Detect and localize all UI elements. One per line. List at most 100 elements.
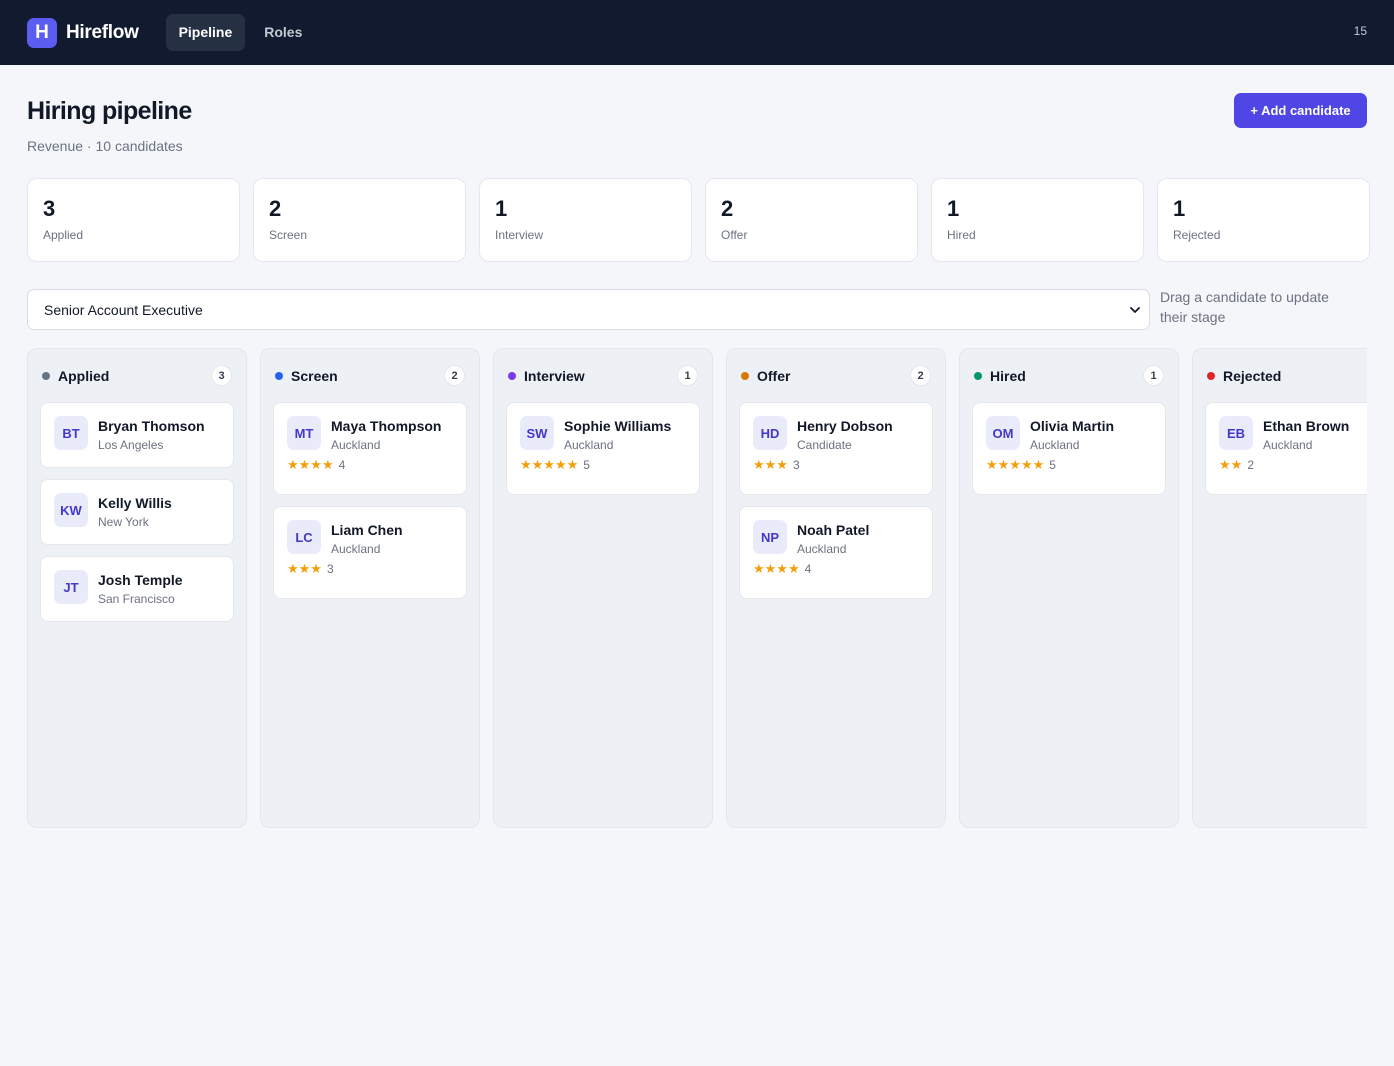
avatar: OM xyxy=(986,416,1020,450)
rating-value: 4 xyxy=(804,562,812,576)
drag-hint: Drag a candidate to update their stage xyxy=(1160,289,1329,325)
status-dot-icon xyxy=(42,371,50,380)
tab-roles[interactable]: Roles xyxy=(251,14,315,51)
add-candidate-button[interactable]: + Add candidate xyxy=(1234,93,1367,128)
pipeline-board: Applied 3 BT Bryan Thomson Los Angeles KW Kell… xyxy=(27,348,1367,828)
candidate-name: Henry Dobson xyxy=(797,418,893,434)
stat-card-hired: 1 Hired xyxy=(931,178,1144,262)
column-hired[interactable]: Hired 1 OM Olivia Martin Auckland ★★★★★ 5 xyxy=(959,348,1179,828)
card-header: LC Liam Chen Auckland xyxy=(287,520,453,556)
candidate-info: Liam Chen Auckland xyxy=(331,520,403,556)
candidate-card[interactable]: HD Henry Dobson Candidate ★★★ 3 xyxy=(739,402,933,495)
candidate-info: Bryan Thomson Los Angeles xyxy=(98,416,205,452)
candidate-rating: ★★★★ 4 xyxy=(753,562,919,577)
card-header: MT Maya Thompson Auckland xyxy=(287,416,453,452)
candidate-info: Maya Thompson Auckland xyxy=(331,416,441,452)
column-interview[interactable]: Interview 1 SW Sophie Williams Auckland ★★★★★… xyxy=(493,348,713,828)
avatar: LC xyxy=(287,520,321,554)
column-rejected[interactable]: Rejected EB Ethan Brown Auckland ★★ 2 xyxy=(1192,348,1367,828)
candidate-rating: ★★★ 3 xyxy=(753,458,919,473)
candidate-name: Noah Patel xyxy=(797,522,870,538)
column-title: Interview xyxy=(524,367,585,384)
column-count-badge: 2 xyxy=(910,365,931,386)
avatar: NP xyxy=(753,520,787,554)
rating-value: 5 xyxy=(583,458,590,472)
candidate-location: Auckland xyxy=(331,542,381,556)
candidate-name: Kelly Willis xyxy=(98,495,172,511)
candidate-name: Maya Thompson xyxy=(331,418,442,434)
column-header: Screen 2 xyxy=(273,349,467,402)
tab-pipeline[interactable]: Pipeline xyxy=(165,14,246,51)
column-header: Rejected xyxy=(1205,349,1367,402)
candidate-info: Ethan Brown Auckland xyxy=(1263,416,1349,452)
candidate-card[interactable]: MT Maya Thompson Auckland ★★★★ 4 xyxy=(273,402,467,495)
avatar: MT xyxy=(287,416,321,450)
card-list: OM Olivia Martin Auckland ★★★★★ 5 xyxy=(972,402,1166,495)
stat-card-offer: 2 Offer xyxy=(705,178,918,262)
avatar: KW xyxy=(54,493,88,527)
column-count-badge: 1 xyxy=(677,365,698,386)
card-header: OM Olivia Martin Auckland xyxy=(986,416,1152,452)
rating-value: 3 xyxy=(326,562,334,576)
status-dot-icon xyxy=(275,371,283,380)
stat-card-interview: 1 Interview xyxy=(479,178,692,262)
card-header: KW Kelly Willis New York xyxy=(54,493,220,529)
candidate-card[interactable]: KW Kelly Willis New York xyxy=(40,479,234,545)
candidate-info: Noah Patel Auckland xyxy=(797,520,869,556)
top-count: 15 xyxy=(1353,24,1367,38)
role-select[interactable]: Senior Account Executive xyxy=(27,289,1150,330)
column-offer[interactable]: Offer 2 HD Henry Dobson Candidate ★★★ 3 NP Noah … xyxy=(726,348,946,828)
candidate-name: Sophie Williams xyxy=(564,418,672,434)
status-dot-icon xyxy=(508,371,516,380)
board-columns: Applied 3 BT Bryan Thomson Los Angeles KW Kell… xyxy=(27,348,1367,828)
column-title: Offer xyxy=(757,367,791,384)
candidate-card[interactable]: OM Olivia Martin Auckland ★★★★★ 5 xyxy=(972,402,1166,495)
main-nav: Pipeline Roles xyxy=(165,14,316,51)
stat-label: Screen xyxy=(269,228,308,242)
card-header: NP Noah Patel Auckland xyxy=(753,520,919,556)
card-list: HD Henry Dobson Candidate ★★★ 3 NP Noah Patel A… xyxy=(739,402,933,599)
card-header: SW Sophie Williams Auckland xyxy=(520,416,686,452)
brand[interactable]: H Hireflow xyxy=(27,17,139,48)
candidate-location: San Francisco xyxy=(98,592,175,606)
candidate-rating: ★★ 2 xyxy=(1219,458,1367,473)
candidate-card[interactable]: EB Ethan Brown Auckland ★★ 2 xyxy=(1205,402,1367,495)
candidate-card[interactable]: JT Josh Temple San Francisco xyxy=(40,556,234,622)
candidate-card[interactable]: LC Liam Chen Auckland ★★★ 3 xyxy=(273,506,467,599)
candidate-card[interactable]: SW Sophie Williams Auckland ★★★★★ 5 xyxy=(506,402,700,495)
column-header: Interview 1 xyxy=(506,349,700,402)
stage-stats: 3 Applied 2 Screen 1 Interview 2 Offer 1… xyxy=(27,178,1370,262)
logo-icon: H xyxy=(27,17,57,48)
star-icons: ★★★★★ xyxy=(986,457,1045,472)
stat-value: 1 xyxy=(947,196,960,221)
candidate-name: Liam Chen xyxy=(331,522,403,538)
status-dot-icon xyxy=(741,371,749,380)
avatar: EB xyxy=(1219,416,1253,450)
candidate-card[interactable]: NP Noah Patel Auckland ★★★★ 4 xyxy=(739,506,933,599)
candidate-location: Auckland xyxy=(797,542,847,556)
stat-label: Rejected xyxy=(1173,228,1221,242)
candidate-location: Auckland xyxy=(1263,438,1313,452)
candidate-rating: ★★★★★ 5 xyxy=(520,458,686,473)
candidate-info: Olivia Martin Auckland xyxy=(1030,416,1114,452)
column-screen[interactable]: Screen 2 MT Maya Thompson Auckland ★★★★ 4 LC Lia… xyxy=(260,348,480,828)
avatar: HD xyxy=(753,416,787,450)
stat-value: 2 xyxy=(721,196,734,221)
candidate-name: Bryan Thomson xyxy=(98,418,205,434)
star-icons: ★★★★ xyxy=(287,457,334,472)
rating-value: 3 xyxy=(792,458,800,472)
candidate-info: Josh Temple San Francisco xyxy=(98,570,183,606)
card-header: HD Henry Dobson Candidate xyxy=(753,416,919,452)
column-count-badge: 2 xyxy=(444,365,465,386)
page-subtitle: Revenue · 10 candidates xyxy=(27,138,183,154)
card-header: EB Ethan Brown Auckland xyxy=(1219,416,1367,452)
card-header: BT Bryan Thomson Los Angeles xyxy=(54,416,220,452)
candidate-card[interactable]: BT Bryan Thomson Los Angeles xyxy=(40,402,234,468)
column-header: Applied 3 xyxy=(40,349,234,402)
chevron-down-icon xyxy=(1130,306,1140,313)
candidate-rating: ★★★★ 4 xyxy=(287,457,453,473)
candidate-name: Ethan Brown xyxy=(1263,418,1350,434)
column-count-badge: 3 xyxy=(211,365,232,386)
column-applied[interactable]: Applied 3 BT Bryan Thomson Los Angeles KW Kell… xyxy=(27,348,247,828)
avatar: SW xyxy=(520,416,554,450)
